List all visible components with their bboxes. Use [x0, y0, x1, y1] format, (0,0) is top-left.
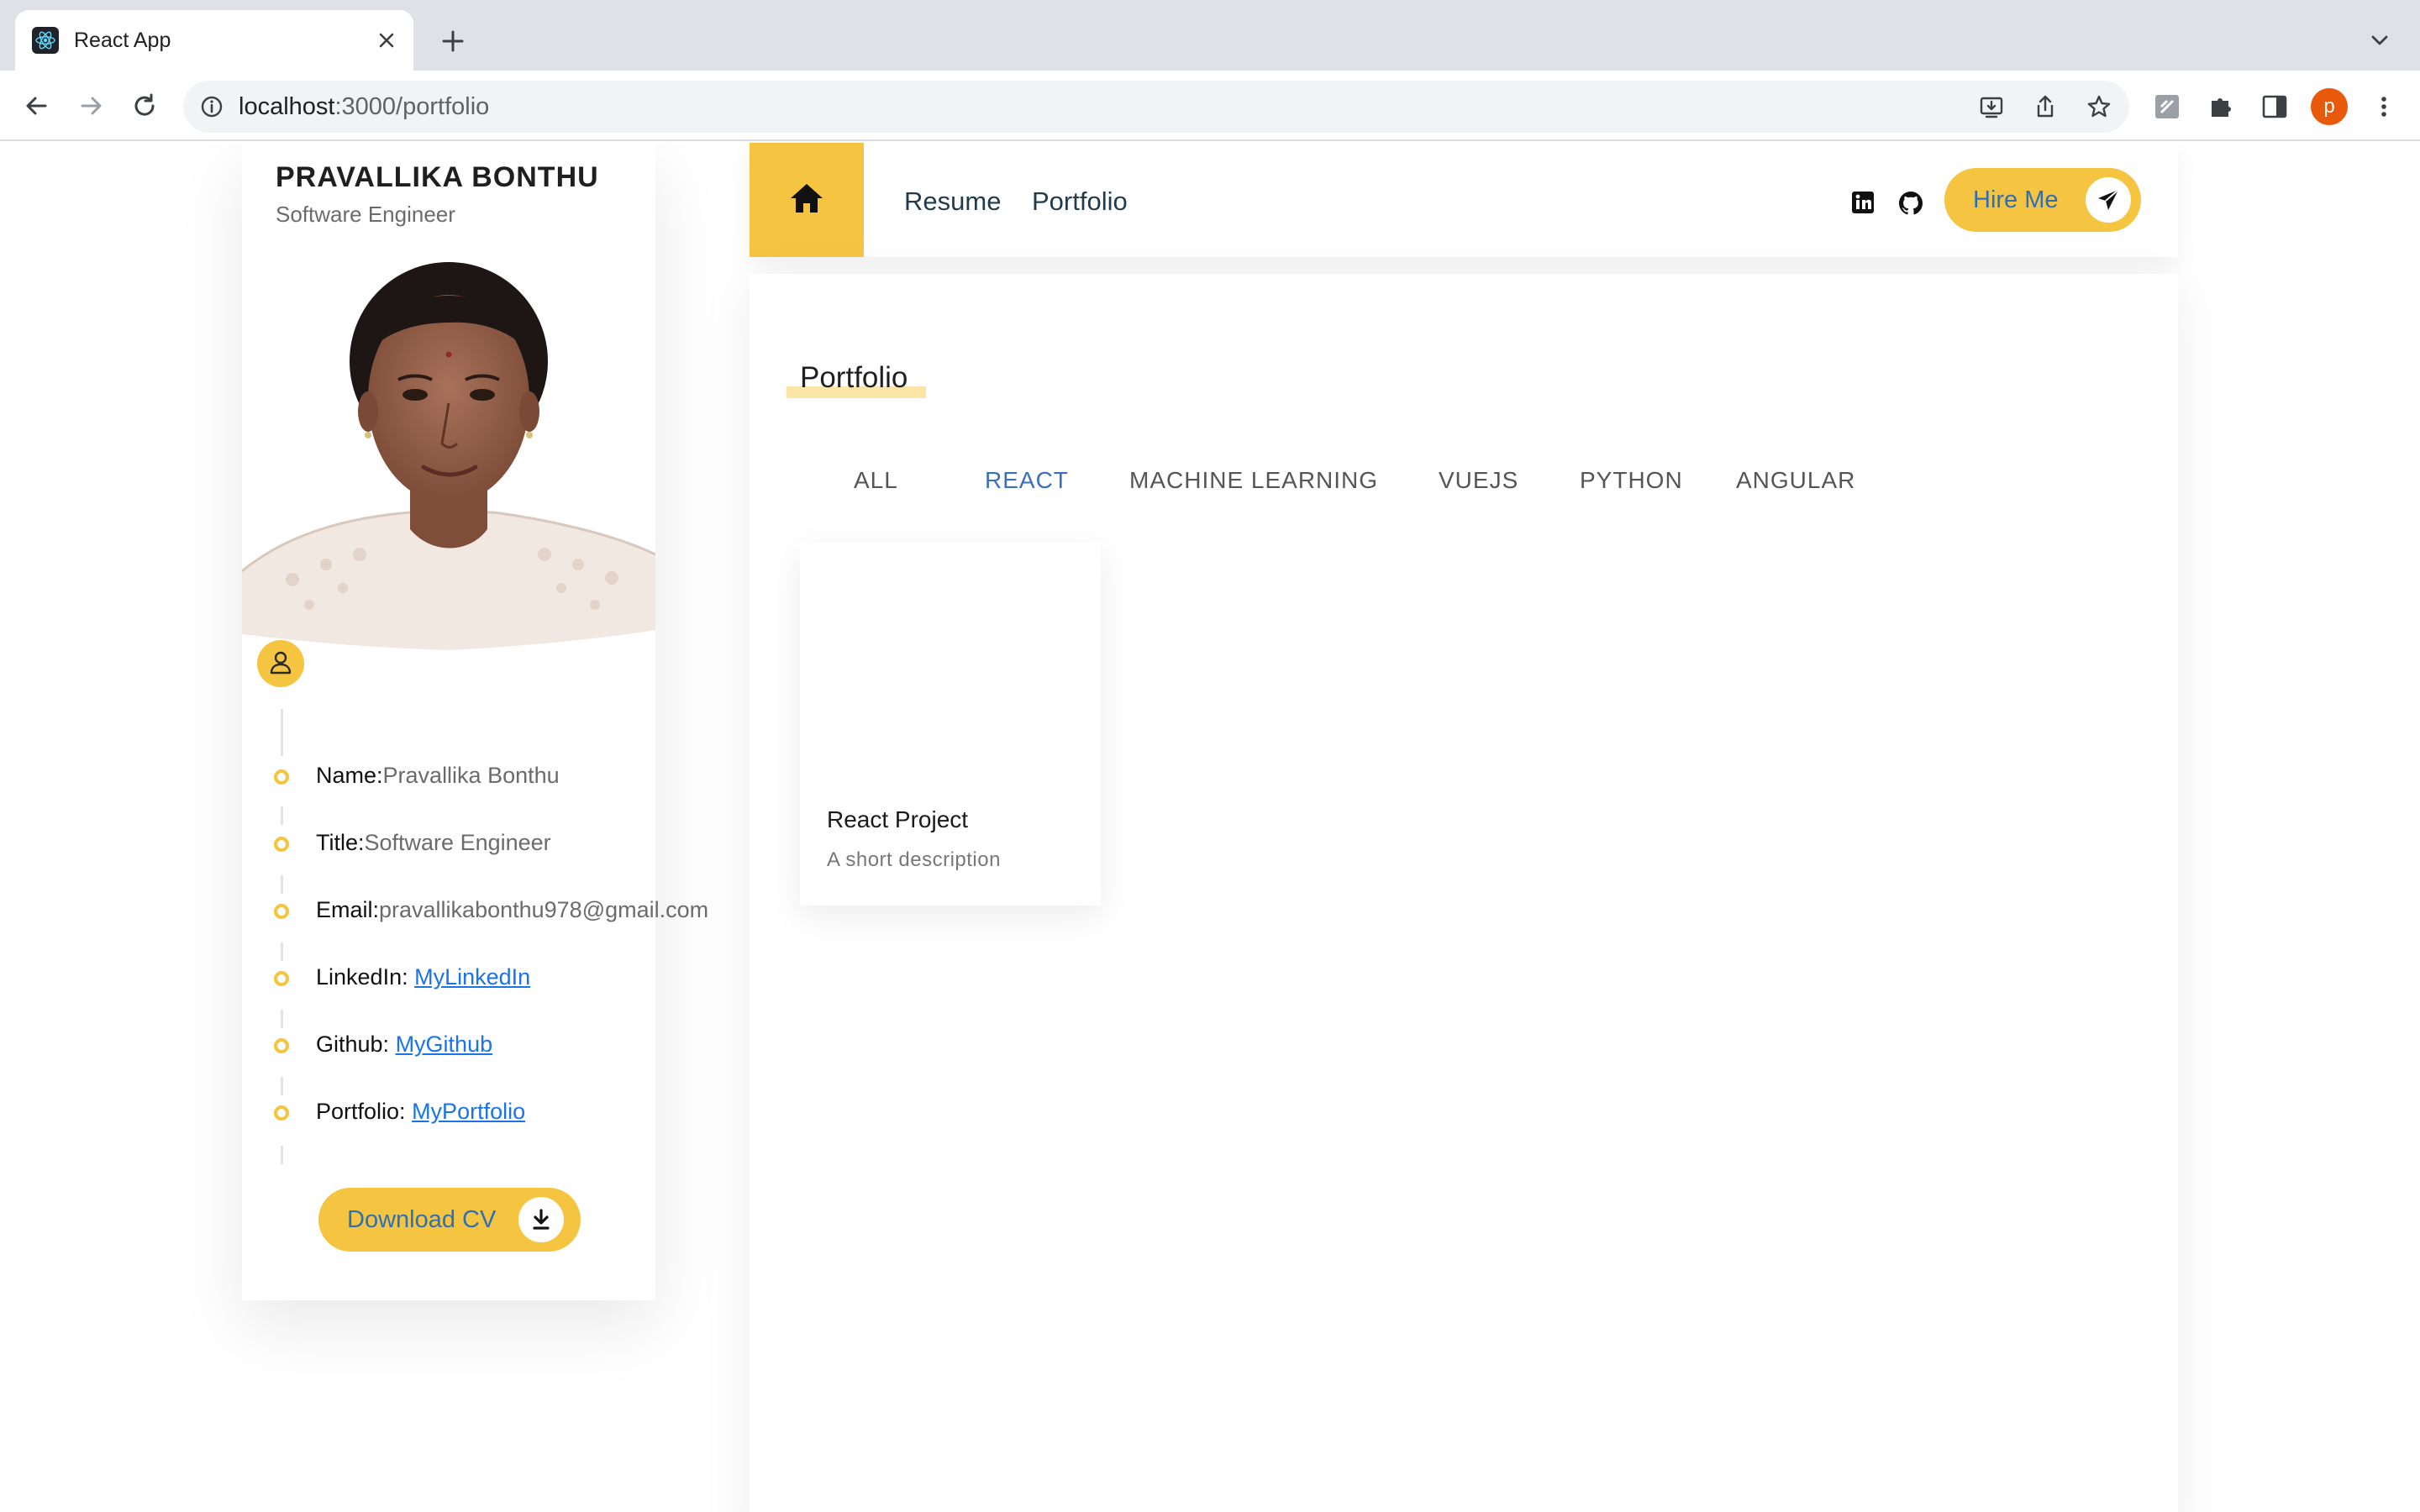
- section-title: Portfolio: [800, 361, 908, 394]
- new-tab-icon[interactable]: [437, 25, 469, 57]
- profile-card: PRAVALLIKA BONTHU Software Engineer Name…: [242, 143, 708, 1300]
- install-app-icon[interactable]: [1978, 93, 2005, 120]
- nav-link-resume[interactable]: Resume: [904, 186, 1001, 217]
- top-navbar: Resume Portfolio Hire Me: [750, 143, 2178, 257]
- timeline-line: [281, 1010, 283, 1028]
- nav-link-portfolio[interactable]: Portfolio: [1032, 186, 1128, 217]
- person-icon: [257, 640, 304, 687]
- project-card[interactable]: React Project A short description: [800, 543, 1101, 906]
- info-value: Software Engineer: [364, 830, 551, 855]
- hire-me-label: Hire Me: [1973, 186, 2059, 213]
- puzzle-extensions-icon[interactable]: [2207, 92, 2235, 121]
- home-button[interactable]: [750, 143, 864, 257]
- portfolio-section: Portfolio ALL REACT MACHINE LEARNING VUE…: [750, 274, 2178, 1512]
- tab-react[interactable]: REACT: [985, 467, 1069, 494]
- timeline-dot: [274, 837, 289, 852]
- tab-close-icon[interactable]: [373, 27, 400, 54]
- project-thumbnail: [800, 543, 1101, 786]
- tab-machine-learning[interactable]: MACHINE LEARNING: [1129, 467, 1378, 494]
- info-label: Title:: [316, 830, 365, 855]
- extension-icon[interactable]: [2153, 92, 2181, 121]
- profile-photo: [242, 252, 655, 655]
- tab-angular[interactable]: ANGULAR: [1736, 467, 1855, 494]
- linkedin-link[interactable]: MyLinkedIn: [414, 964, 530, 990]
- send-paper-plane-icon: [2086, 177, 2131, 223]
- info-label: Github:: [316, 1032, 396, 1057]
- site-info-icon[interactable]: [198, 93, 225, 120]
- url-text[interactable]: localhost:3000/portfolio: [239, 93, 489, 120]
- tab-title: React App: [74, 29, 171, 52]
- download-cv-button[interactable]: Download CV: [318, 1188, 581, 1252]
- download-icon: [518, 1197, 564, 1242]
- timeline-dot: [274, 971, 289, 986]
- profile-avatar[interactable]: p: [2311, 88, 2348, 125]
- bookmark-star-icon[interactable]: [2086, 93, 2112, 120]
- home-icon: [791, 184, 823, 213]
- browser-tab[interactable]: React App: [15, 10, 413, 71]
- timeline-dot: [274, 904, 289, 919]
- timeline-line: [281, 709, 283, 756]
- reload-icon[interactable]: [128, 89, 161, 123]
- profile-name: PRAVALLIKA BONTHU: [276, 161, 599, 193]
- timeline-dot: [274, 1105, 289, 1121]
- share-icon[interactable]: [2032, 93, 2059, 120]
- timeline-dot: [274, 769, 289, 785]
- info-label: Name:: [316, 763, 383, 788]
- tab-python[interactable]: PYTHON: [1580, 467, 1683, 494]
- more-menu-icon[interactable]: [2370, 92, 2398, 121]
- info-label: Email:: [316, 897, 380, 922]
- project-title: React Project: [827, 806, 969, 832]
- linkedin-icon[interactable]: [1850, 190, 1876, 215]
- hire-me-button[interactable]: Hire Me: [1944, 168, 2141, 232]
- github-icon[interactable]: [1897, 190, 1923, 215]
- timeline-line: [281, 1146, 283, 1164]
- info-label: Portfolio:: [316, 1099, 413, 1124]
- timeline-line: [281, 875, 283, 894]
- browser-toolbar: localhost:3000/portfolio p: [0, 71, 2420, 141]
- project-description: A short description: [827, 848, 1001, 871]
- info-value: pravallikabonthu978@gmail.com: [379, 897, 709, 922]
- download-cv-label: Download CV: [347, 1206, 497, 1233]
- forward-arrow-icon[interactable]: [74, 89, 108, 123]
- profile-title: Software Engineer: [276, 202, 455, 227]
- side-panel-icon[interactable]: [2260, 92, 2289, 121]
- portfolio-link[interactable]: MyPortfolio: [412, 1099, 525, 1124]
- timeline-line: [281, 942, 283, 961]
- react-favicon-icon: [32, 27, 59, 54]
- timeline-dot: [274, 1038, 289, 1053]
- page-viewport: PRAVALLIKA BONTHU Software Engineer Name…: [0, 143, 2420, 1512]
- tab-vuejs[interactable]: VUEJS: [1439, 467, 1518, 494]
- address-bar[interactable]: localhost:3000/portfolio: [183, 81, 2129, 133]
- tab-search-chevron-icon[interactable]: [2366, 27, 2393, 54]
- timeline-line: [281, 1077, 283, 1095]
- timeline-line: [281, 806, 283, 825]
- info-label: LinkedIn:: [316, 964, 415, 990]
- tab-all[interactable]: ALL: [854, 467, 898, 494]
- info-value: Pravallika Bonthu: [382, 763, 560, 788]
- back-arrow-icon[interactable]: [20, 89, 54, 123]
- browser-tabstrip: React App: [0, 0, 2420, 71]
- github-link[interactable]: MyGithub: [396, 1032, 493, 1057]
